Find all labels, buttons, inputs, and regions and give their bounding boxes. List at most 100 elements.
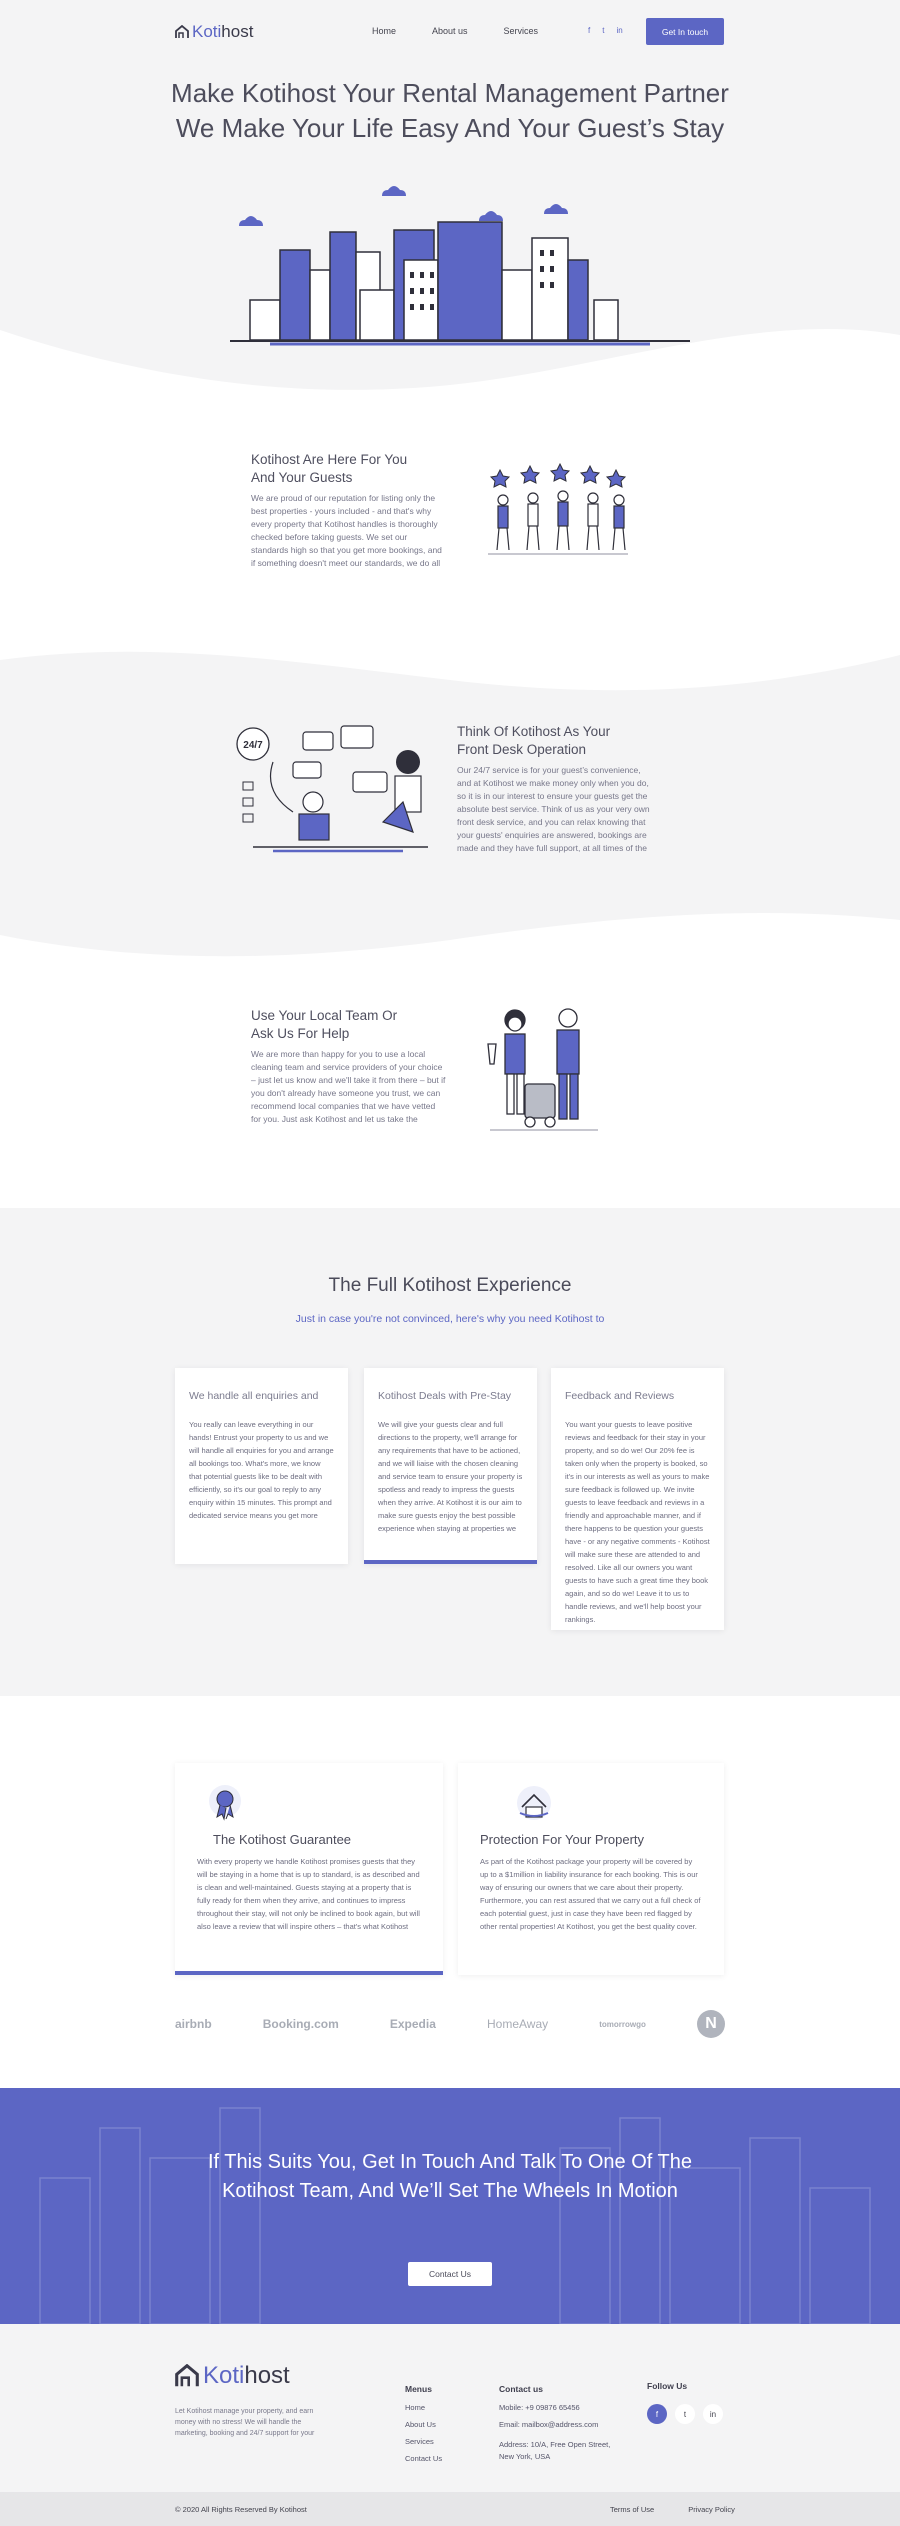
footer-brand-prefix: Koti — [203, 2362, 245, 2389]
support-desk-illustration: 24/7 — [236, 725, 428, 853]
cleaning-team-illustration — [487, 1008, 598, 1131]
banner-title: If This Suits You, Get In Touch And Talk… — [0, 2148, 900, 2206]
footer-address-line-2: New York, USA — [499, 2452, 551, 2461]
24-7-badge: 24/7 — [243, 740, 263, 751]
footer-menus-title: Menus — [405, 2384, 432, 2394]
card-body: We will give your guests clear and full … — [378, 1420, 523, 1533]
feature-here-for-you: Kotihost Are Here For You And Your Guest… — [251, 451, 446, 570]
card-title: The Kotihost Guarantee — [213, 1832, 352, 1847]
card-body: With every property we handle Kotihost p… — [197, 1857, 420, 1931]
n-logo: N — [697, 2010, 725, 2038]
nav-services[interactable]: Services — [504, 26, 539, 36]
nav-home[interactable]: Home — [372, 26, 396, 36]
tomorrowgo-logo: tomorrowgo — [599, 2019, 646, 2029]
bottom-bar: © 2020 All Rights Reserved By Kotihost T… — [0, 2492, 900, 2526]
feature-body: We are proud of our reputation for listi… — [251, 493, 442, 568]
feature-title-line-1: Use Your Local Team Or — [251, 1008, 398, 1023]
section-bg-3 — [0, 968, 900, 1208]
feature-title-line-1: Think Of Kotihost As Your — [457, 724, 611, 739]
experience-title: The Full Kotihost Experience — [328, 1275, 572, 1296]
header: Koti host Home About us Services f t in G… — [0, 0, 900, 64]
twitter-icon[interactable]: t — [675, 2404, 695, 2424]
footer-link-contact-us[interactable]: Contact Us — [405, 2454, 442, 2463]
linkedin-icon[interactable]: in — [616, 26, 622, 35]
card-title: Feedback and Reviews — [565, 1390, 675, 1402]
city-skyline-illustration — [230, 186, 690, 346]
logo-brand-suffix: host — [221, 22, 254, 41]
hero-title-line-2: We Make Your Life Easy And Your Guest’s … — [175, 113, 725, 143]
card-title: Protection For Your Property — [480, 1832, 645, 1847]
footer: Koti host Let Kotihost manage your proper… — [0, 2324, 900, 2492]
homeaway-logo: HomeAway — [487, 2017, 549, 2031]
card-property-protection: Protection For Your Property As part of … — [458, 1763, 724, 1975]
card-accent-bar — [364, 1560, 537, 1564]
house-logo-icon — [175, 2364, 199, 2387]
contact-banner: If This Suits You, Get In Touch And Talk… — [0, 2088, 900, 2324]
award-ribbon-icon — [209, 1785, 241, 1821]
nav-about-us[interactable]: About us — [432, 26, 468, 36]
team-with-stars-illustration — [488, 462, 628, 555]
legal-links: Terms of Use Privacy Policy — [610, 2505, 735, 2514]
partner-logos: airbnb Booking.com Expedia HomeAway tomo… — [175, 2010, 725, 2038]
footer-contact-title: Contact us — [499, 2384, 543, 2394]
card-feedback: Feedback and Reviews You want your guest… — [551, 1368, 724, 1630]
copyright: © 2020 All Rights Reserved By Kotihost — [175, 2505, 307, 2514]
feature-body: We are more than happy for you to use a … — [251, 1049, 446, 1124]
banner-title-line-1: If This Suits You, Get In Touch And Talk… — [207, 2151, 692, 2173]
section-bg-1 — [0, 398, 900, 623]
logo-brand-prefix: Koti — [192, 22, 222, 41]
facebook-icon[interactable]: f — [647, 2404, 667, 2424]
feature-title: Think Of Kotihost As Your Front Desk Ope… — [457, 723, 652, 759]
banner-city-backdrop — [39, 2107, 871, 2324]
footer-socials: f t in — [647, 2404, 723, 2424]
hero-title-line-1: Make Kotihost Your Rental Management Par… — [171, 78, 729, 108]
banner-title-line-2: Kotihost Team, And We’ll Set The Wheels … — [222, 2180, 678, 2202]
feature-body: Our 24/7 service is for your guest’s con… — [457, 765, 650, 853]
footer-menus: Menus Home About Us Services Contact Us — [405, 2384, 442, 2471]
footer-contact: Contact us Mobile: +9 09876 65456 Email:… — [499, 2384, 610, 2469]
header-socials: f t in — [588, 26, 623, 35]
card-body: You want your guests to leave positive r… — [565, 1420, 710, 1624]
footer-follow-title: Follow Us — [647, 2381, 688, 2391]
booking-logo: Booking.com — [262, 2017, 339, 2031]
footer-description: Let Kotihost manage your property, and e… — [175, 2408, 315, 2437]
card-body: You really can leave everything in our h… — [189, 1420, 334, 1520]
facebook-icon[interactable]: f — [588, 26, 590, 35]
card-title: Kotihost Deals with Pre-Stay — [378, 1390, 512, 1402]
house-logo-icon — [175, 25, 189, 38]
linkedin-icon[interactable]: in — [703, 2404, 723, 2424]
page: Koti host Home About us Services f t in G… — [0, 0, 900, 2526]
wave-2 — [0, 620, 900, 691]
feature-title-line-2: Front Desk Operation — [457, 742, 587, 757]
footer-link-home[interactable]: Home — [405, 2403, 442, 2412]
footer-logo[interactable]: Koti host — [175, 2362, 290, 2390]
footer-brand-suffix: host — [244, 2362, 290, 2389]
wave-3 — [0, 912, 900, 970]
footer-link-about-us[interactable]: About Us — [405, 2420, 442, 2429]
footer-mobile: Mobile: +9 09876 65456 — [499, 2403, 580, 2412]
hero-title: Make Kotihost Your Rental Management Par… — [100, 76, 800, 146]
terms-link[interactable]: Terms of Use — [610, 2505, 654, 2514]
main-nav: Home About us Services — [372, 26, 538, 36]
feature-front-desk: Think Of Kotihost As Your Front Desk Ope… — [457, 723, 652, 855]
footer-email[interactable]: Email: mailbox@address.com — [499, 2420, 610, 2429]
privacy-link[interactable]: Privacy Policy — [688, 2505, 735, 2514]
feature-title-line-1: Kotihost Are Here For You — [251, 452, 408, 467]
feature-title: Use Your Local Team Or Ask Us For Help — [251, 1007, 446, 1043]
card-title: We handle all enquiries and — [189, 1390, 319, 1402]
expedia-logo: Expedia — [389, 2017, 436, 2031]
twitter-icon[interactable]: t — [602, 26, 604, 35]
footer-address-line-1: Address: 10/A, Free Open Street, — [499, 2440, 611, 2449]
feature-local-team: Use Your Local Team Or Ask Us For Help W… — [251, 1007, 446, 1126]
card-accent-bar — [175, 1971, 443, 1975]
logo[interactable]: Koti host — [175, 22, 253, 42]
house-protection-icon — [517, 1786, 551, 1820]
experience-subtitle: Just in case you're not convinced, here'… — [295, 1313, 605, 1325]
contact-us-button[interactable]: Contact Us — [408, 2262, 492, 2286]
card-body: As part of the Kotihost package your pro… — [480, 1857, 701, 1931]
card-enquiries: We handle all enquiries and You really c… — [175, 1368, 348, 1564]
footer-link-services[interactable]: Services — [405, 2437, 442, 2446]
card-kotihost-guarantee: The Kotihost Guarantee With every proper… — [175, 1763, 443, 1975]
airbnb-logo: airbnb — [175, 2017, 212, 2031]
get-in-touch-button[interactable]: Get In touch — [646, 18, 724, 45]
